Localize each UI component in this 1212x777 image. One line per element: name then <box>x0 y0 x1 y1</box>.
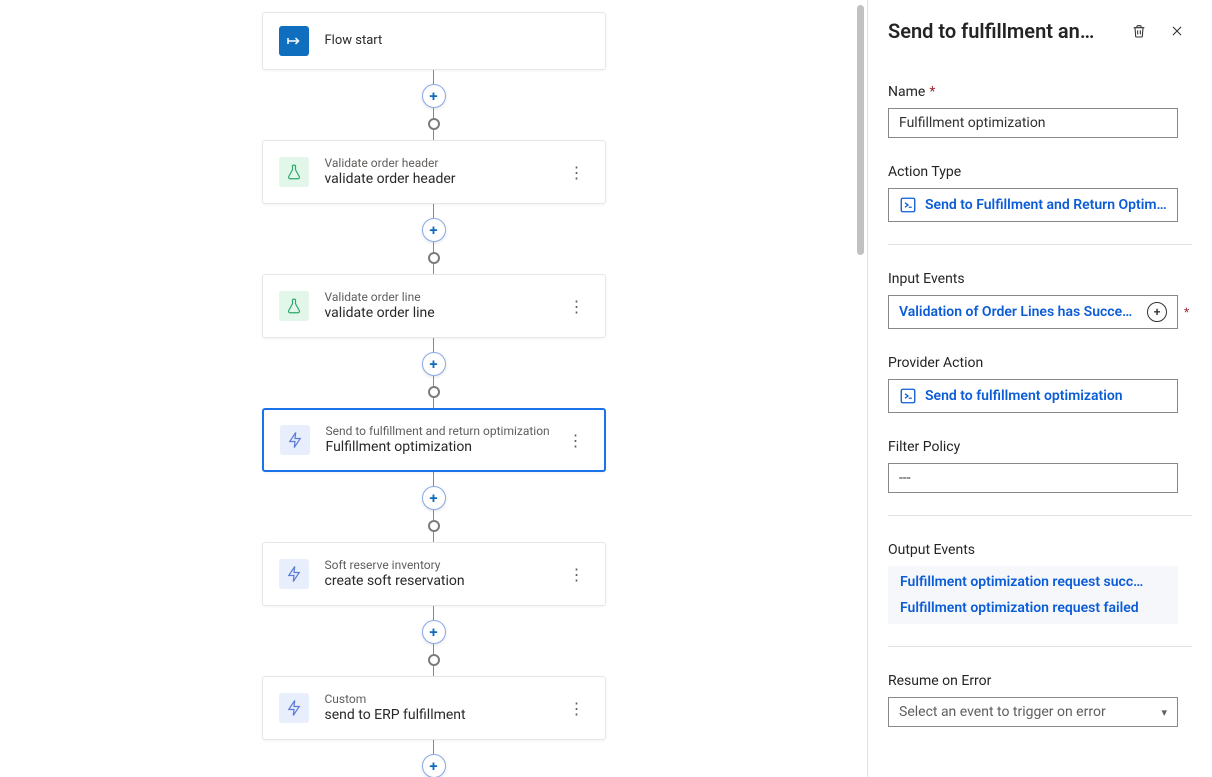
input-events-value: Validation of Order Lines has Succeed… <box>899 304 1139 320</box>
flow-column: Flow start + Validate order header valid… <box>0 12 867 777</box>
output-events-label: Output Events <box>888 542 975 558</box>
section-output-events: Output Events Fulfillment optimization r… <box>888 542 1192 647</box>
action-subtitle: Custom <box>325 692 565 707</box>
properties-panel: Send to fulfillment an… Name* Action Typ… <box>867 0 1212 777</box>
waypoint-icon <box>428 386 440 398</box>
input-events-label: Input Events <box>888 271 965 287</box>
flask-icon <box>279 291 309 321</box>
action-create-soft-reservation[interactable]: Soft reserve inventory create soft reser… <box>262 542 606 606</box>
action-type-picker[interactable]: Send to Fulfillment and Return Optimiza… <box>888 188 1178 222</box>
section-filter-policy: Filter Policy <box>888 439 1192 516</box>
action-menu-button[interactable]: ⋮ <box>565 291 589 322</box>
provider-action-value: Send to fulfillment optimization <box>925 388 1167 404</box>
action-type-icon <box>899 196 917 214</box>
action-title: send to ERP fulfillment <box>325 707 565 725</box>
vertical-scrollbar[interactable] <box>853 0 867 777</box>
add-input-event-button[interactable]: + <box>1147 302 1167 322</box>
section-action-type: Action Type Send to Fulfillment and Retu… <box>888 164 1192 245</box>
action-fulfillment-optimization[interactable]: Send to fulfillment and return optimizat… <box>262 408 606 472</box>
delete-button[interactable] <box>1124 16 1154 46</box>
resume-on-error-placeholder: Select an event to trigger on error <box>899 704 1106 720</box>
provider-action-picker[interactable]: Send to fulfillment optimization <box>888 379 1178 413</box>
lightning-icon <box>279 559 309 589</box>
divider <box>888 515 1192 516</box>
panel-title: Send to fulfillment an… <box>888 19 1116 43</box>
add-step-button[interactable]: + <box>422 620 446 644</box>
divider <box>888 244 1192 245</box>
provider-action-icon <box>899 387 917 405</box>
add-step-button[interactable]: + <box>422 486 446 510</box>
section-name: Name* <box>888 84 1192 138</box>
flask-icon <box>279 157 309 187</box>
section-input-events: Input Events Validation of Order Lines h… <box>888 271 1192 329</box>
waypoint-icon <box>428 118 440 130</box>
action-subtitle: Soft reserve inventory <box>325 558 565 573</box>
waypoint-icon <box>428 252 440 264</box>
action-validate-order-line[interactable]: Validate order line validate order line … <box>262 274 606 338</box>
action-send-to-erp-fulfillment[interactable]: Custom send to ERP fulfillment ⋮ <box>262 676 606 740</box>
add-step-button[interactable]: + <box>422 754 446 777</box>
connector: + <box>422 606 446 676</box>
action-type-label: Action Type <box>888 164 961 180</box>
section-provider-action: Provider Action Send to fulfillment opti… <box>888 355 1192 413</box>
lightning-icon <box>279 693 309 723</box>
resume-on-error-label: Resume on Error <box>888 673 991 689</box>
flow-canvas: Flow start + Validate order header valid… <box>0 0 867 777</box>
filter-policy-label: Filter Policy <box>888 439 960 455</box>
output-event-item[interactable]: Fulfillment optimization request failed <box>900 600 1166 616</box>
output-events-list: Fulfillment optimization request succ… F… <box>888 566 1178 624</box>
filter-policy-input[interactable] <box>888 463 1178 493</box>
output-event-item[interactable]: Fulfillment optimization request succ… <box>900 574 1166 590</box>
connector: + <box>422 204 446 274</box>
action-title: validate order header <box>325 171 565 189</box>
add-step-button[interactable]: + <box>422 218 446 242</box>
connector: + <box>422 740 446 777</box>
name-label: Name <box>888 84 925 100</box>
scroll-thumb[interactable] <box>857 5 864 255</box>
panel-header: Send to fulfillment an… <box>868 0 1212 60</box>
chevron-down-icon: ▾ <box>1161 706 1167 719</box>
section-resume-on-error: Resume on Error Select an event to trigg… <box>888 673 1192 727</box>
action-subtitle: Validate order header <box>325 156 565 171</box>
required-indicator: * <box>1184 305 1189 319</box>
provider-action-label: Provider Action <box>888 355 983 371</box>
action-menu-button[interactable]: ⋮ <box>565 559 589 590</box>
input-events-picker[interactable]: Validation of Order Lines has Succeed… + <box>888 295 1178 329</box>
panel-body: Name* Action Type Send to Fulfillment an… <box>868 60 1212 777</box>
add-step-button[interactable]: + <box>422 84 446 108</box>
action-title: validate order line <box>325 305 565 323</box>
action-menu-button[interactable]: ⋮ <box>565 157 589 188</box>
flow-start-node[interactable]: Flow start <box>262 12 606 70</box>
divider <box>888 646 1192 647</box>
connector: + <box>422 472 446 542</box>
action-title: Fulfillment optimization <box>326 439 564 457</box>
action-validate-order-header[interactable]: Validate order header validate order hea… <box>262 140 606 204</box>
action-menu-button[interactable]: ⋮ <box>564 425 588 456</box>
lightning-icon <box>280 425 310 455</box>
flow-start-icon <box>279 26 309 56</box>
waypoint-icon <box>428 520 440 532</box>
required-indicator: * <box>929 84 935 100</box>
name-input[interactable] <box>888 108 1178 138</box>
action-type-value: Send to Fulfillment and Return Optimiza… <box>925 197 1167 213</box>
action-subtitle: Validate order line <box>325 290 565 305</box>
add-step-button[interactable]: + <box>422 352 446 376</box>
connector: + <box>422 338 446 408</box>
waypoint-icon <box>428 654 440 666</box>
action-title: create soft reservation <box>325 573 565 591</box>
close-button[interactable] <box>1162 16 1192 46</box>
resume-on-error-select[interactable]: Select an event to trigger on error ▾ <box>888 697 1178 727</box>
action-menu-button[interactable]: ⋮ <box>565 693 589 724</box>
connector: + <box>422 70 446 140</box>
action-subtitle: Send to fulfillment and return optimizat… <box>326 424 564 439</box>
flow-start-title: Flow start <box>325 33 589 49</box>
